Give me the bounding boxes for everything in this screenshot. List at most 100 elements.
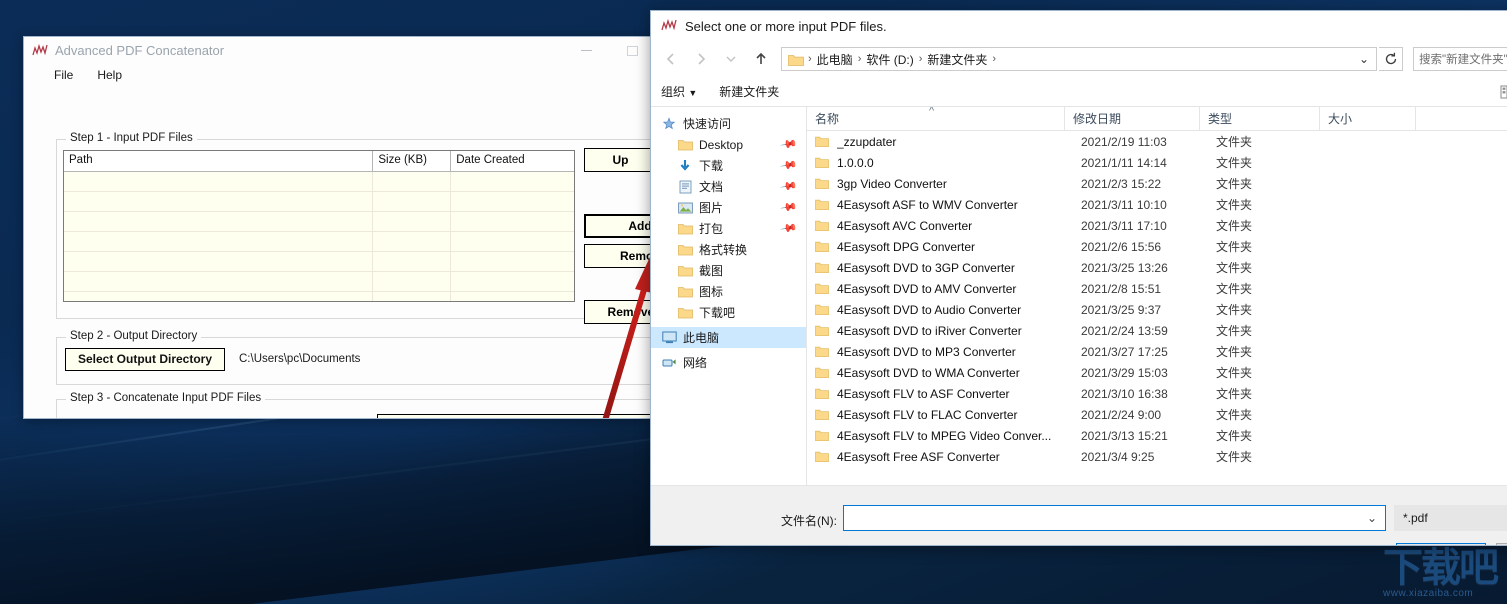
table-row[interactable] — [64, 172, 574, 192]
sidebar-item-format-convert[interactable]: 格式转换 — [651, 239, 806, 260]
table-row[interactable] — [64, 192, 574, 212]
menu-item-file[interactable]: File — [54, 68, 73, 82]
concatenate-pdf-files-button[interactable]: Concatenate PDF Files — [377, 414, 656, 419]
pdf-app-titlebar: Advanced PDF Concatenator — [24, 37, 655, 64]
cancel-button[interactable]: 取消 — [1496, 543, 1507, 546]
new-folder-button[interactable]: 新建文件夹 — [719, 83, 779, 100]
pin-icon[interactable]: 📌 — [780, 219, 799, 238]
chevron-down-icon[interactable]: ⌄ — [1354, 52, 1374, 66]
sidebar-item-desktop[interactable]: Desktop 📌 — [651, 134, 806, 155]
breadcrumb-item-computer[interactable]: 此电脑 — [813, 51, 857, 68]
open-button[interactable]: 打开(O) — [1396, 543, 1486, 546]
file-list-row[interactable]: 4Easysoft DVD to MP3 Converter2021/3/27 … — [807, 341, 1507, 362]
view-mode-icon[interactable] — [1500, 84, 1507, 100]
add-pdf-files-button[interactable]: Add PDF Files — [584, 214, 656, 238]
sidebar-item-this-pc[interactable]: 此电脑 — [651, 327, 806, 348]
table-row[interactable] — [64, 292, 574, 302]
input-file-list[interactable]: Path Size (KB) Date Created — [63, 150, 575, 302]
folder-icon — [815, 262, 829, 274]
sidebar-item-xiazaiba[interactable]: 下载吧 — [651, 302, 806, 323]
column-header-name[interactable]: 名称 ^ — [807, 107, 1065, 131]
remove-pdf-file-button[interactable]: Remove PDF File — [584, 244, 656, 268]
breadcrumb[interactable]: › 此电脑 › 软件 (D:) › 新建文件夹 › ⌄ — [781, 47, 1377, 71]
folder-icon — [677, 285, 693, 299]
folder-icon — [677, 264, 693, 278]
sidebar-item-screenshots[interactable]: 截图 — [651, 260, 806, 281]
file-list-row[interactable]: 4Easysoft DVD to iRiver Converter2021/2/… — [807, 320, 1507, 341]
move-up-button[interactable]: Up — [584, 148, 656, 172]
file-list-row[interactable]: 3gp Video Converter2021/2/3 15:22文件夹 — [807, 173, 1507, 194]
file-type: 文件夹 — [1208, 364, 1328, 381]
pin-icon[interactable]: 📌 — [780, 198, 799, 217]
back-button[interactable] — [657, 45, 685, 73]
file-list-row[interactable]: 4Easysoft DPG Converter2021/2/6 15:56文件夹 — [807, 236, 1507, 257]
column-header-type[interactable]: 类型 — [1200, 107, 1320, 131]
file-list-row[interactable]: 4Easysoft DVD to Audio Converter2021/3/2… — [807, 299, 1507, 320]
refresh-button[interactable] — [1379, 47, 1403, 71]
maximize-button[interactable] — [609, 37, 655, 64]
sidebar-item-label: 快速访问 — [683, 115, 731, 132]
table-row[interactable] — [64, 212, 574, 232]
file-date: 2021/2/19 11:03 — [1073, 135, 1208, 149]
select-output-directory-button[interactable]: Select Output Directory — [65, 348, 225, 371]
file-list-row[interactable]: 4Easysoft DVD to WMA Converter2021/3/29 … — [807, 362, 1507, 383]
breadcrumb-item-drive[interactable]: 软件 (D:) — [862, 51, 917, 68]
file-type-filter-select[interactable]: *.pdf — [1394, 505, 1507, 531]
pdf-concatenator-window: Advanced PDF Concatenator File Help Step… — [23, 36, 656, 419]
sidebar-item-documents[interactable]: 文档 📌 — [651, 176, 806, 197]
column-header-path[interactable]: Path — [64, 151, 373, 171]
file-list-row[interactable]: 4Easysoft FLV to ASF Converter2021/3/10 … — [807, 383, 1507, 404]
search-input[interactable]: 搜索"新建文件夹" — [1413, 47, 1507, 71]
file-list-row[interactable]: 4Easysoft Free ASF Converter2021/3/4 9:2… — [807, 446, 1507, 467]
sidebar-item-pictures[interactable]: 图片 📌 — [651, 197, 806, 218]
file-type: 文件夹 — [1208, 322, 1328, 339]
table-row[interactable] — [64, 252, 574, 272]
folder-icon — [815, 241, 829, 253]
breadcrumb-item-folder[interactable]: 新建文件夹 — [923, 51, 991, 68]
file-list-row[interactable]: 4Easysoft AVC Converter2021/3/11 17:10文件… — [807, 215, 1507, 236]
up-one-level-button[interactable] — [747, 45, 775, 73]
file-list-row[interactable]: 4Easysoft ASF to WMV Converter2021/3/11 … — [807, 194, 1507, 215]
table-row[interactable] — [64, 272, 574, 292]
file-list-row[interactable]: _zzupdater2021/2/19 11:03文件夹 — [807, 131, 1507, 152]
remove-all-pdf-files-button[interactable]: Remove All PDF Files — [584, 300, 656, 324]
file-list-column-headers: 名称 ^ 修改日期 类型 大小 — [807, 107, 1507, 131]
pin-icon[interactable]: 📌 — [780, 177, 799, 196]
forward-button[interactable] — [687, 45, 715, 73]
column-header-size[interactable]: Size (KB) — [373, 151, 451, 171]
chevron-down-icon[interactable]: ⌄ — [1363, 511, 1381, 525]
menu-item-help[interactable]: Help — [97, 68, 122, 82]
file-list[interactable]: _zzupdater2021/2/19 11:03文件夹1.0.0.02021/… — [807, 131, 1507, 485]
column-header-size[interactable]: 大小 — [1320, 107, 1416, 131]
file-list-row[interactable]: 4Easysoft DVD to AMV Converter2021/2/8 1… — [807, 278, 1507, 299]
folder-icon — [815, 220, 829, 232]
sidebar-item-downloads[interactable]: 下载 📌 — [651, 155, 806, 176]
file-list-row[interactable]: 4Easysoft FLV to MPEG Video Conver...202… — [807, 425, 1507, 446]
filename-input[interactable]: ⌄ — [843, 505, 1386, 531]
recent-locations-button[interactable] — [717, 45, 745, 73]
pin-icon[interactable]: 📌 — [780, 135, 799, 154]
pin-icon[interactable]: 📌 — [780, 156, 799, 175]
app-chart-icon — [661, 19, 677, 33]
file-list-row[interactable]: 1.0.0.02021/1/11 14:14文件夹 — [807, 152, 1507, 173]
file-name: 4Easysoft DVD to 3GP Converter — [837, 261, 1073, 275]
table-row[interactable] — [64, 232, 574, 252]
file-list-row[interactable]: 4Easysoft FLV to FLAC Converter2021/2/24… — [807, 404, 1507, 425]
file-name: 4Easysoft Free ASF Converter — [837, 450, 1073, 464]
minimize-button[interactable] — [563, 37, 609, 64]
column-header-date[interactable]: Date Created — [451, 151, 574, 171]
sidebar-item-network[interactable]: 网络 — [651, 352, 806, 373]
organize-label: 组织 — [661, 85, 685, 99]
file-name: 4Easysoft DPG Converter — [837, 240, 1073, 254]
file-name: 4Easysoft ASF to WMV Converter — [837, 198, 1073, 212]
sidebar-item-quick-access[interactable]: 快速访问 — [651, 113, 806, 134]
file-list-row[interactable]: 4Easysoft DVD to 3GP Converter2021/3/25 … — [807, 257, 1507, 278]
file-name: 4Easysoft FLV to ASF Converter — [837, 387, 1073, 401]
sidebar-item-packaging[interactable]: 打包 📌 — [651, 218, 806, 239]
column-header-date[interactable]: 修改日期 — [1065, 107, 1200, 131]
file-name: 4Easysoft FLV to MPEG Video Conver... — [837, 429, 1073, 443]
sidebar-item-icons[interactable]: 图标 — [651, 281, 806, 302]
file-type: 文件夹 — [1208, 301, 1328, 318]
organize-button[interactable]: 组织 ▼ — [661, 83, 697, 100]
file-type: 文件夹 — [1208, 427, 1328, 444]
